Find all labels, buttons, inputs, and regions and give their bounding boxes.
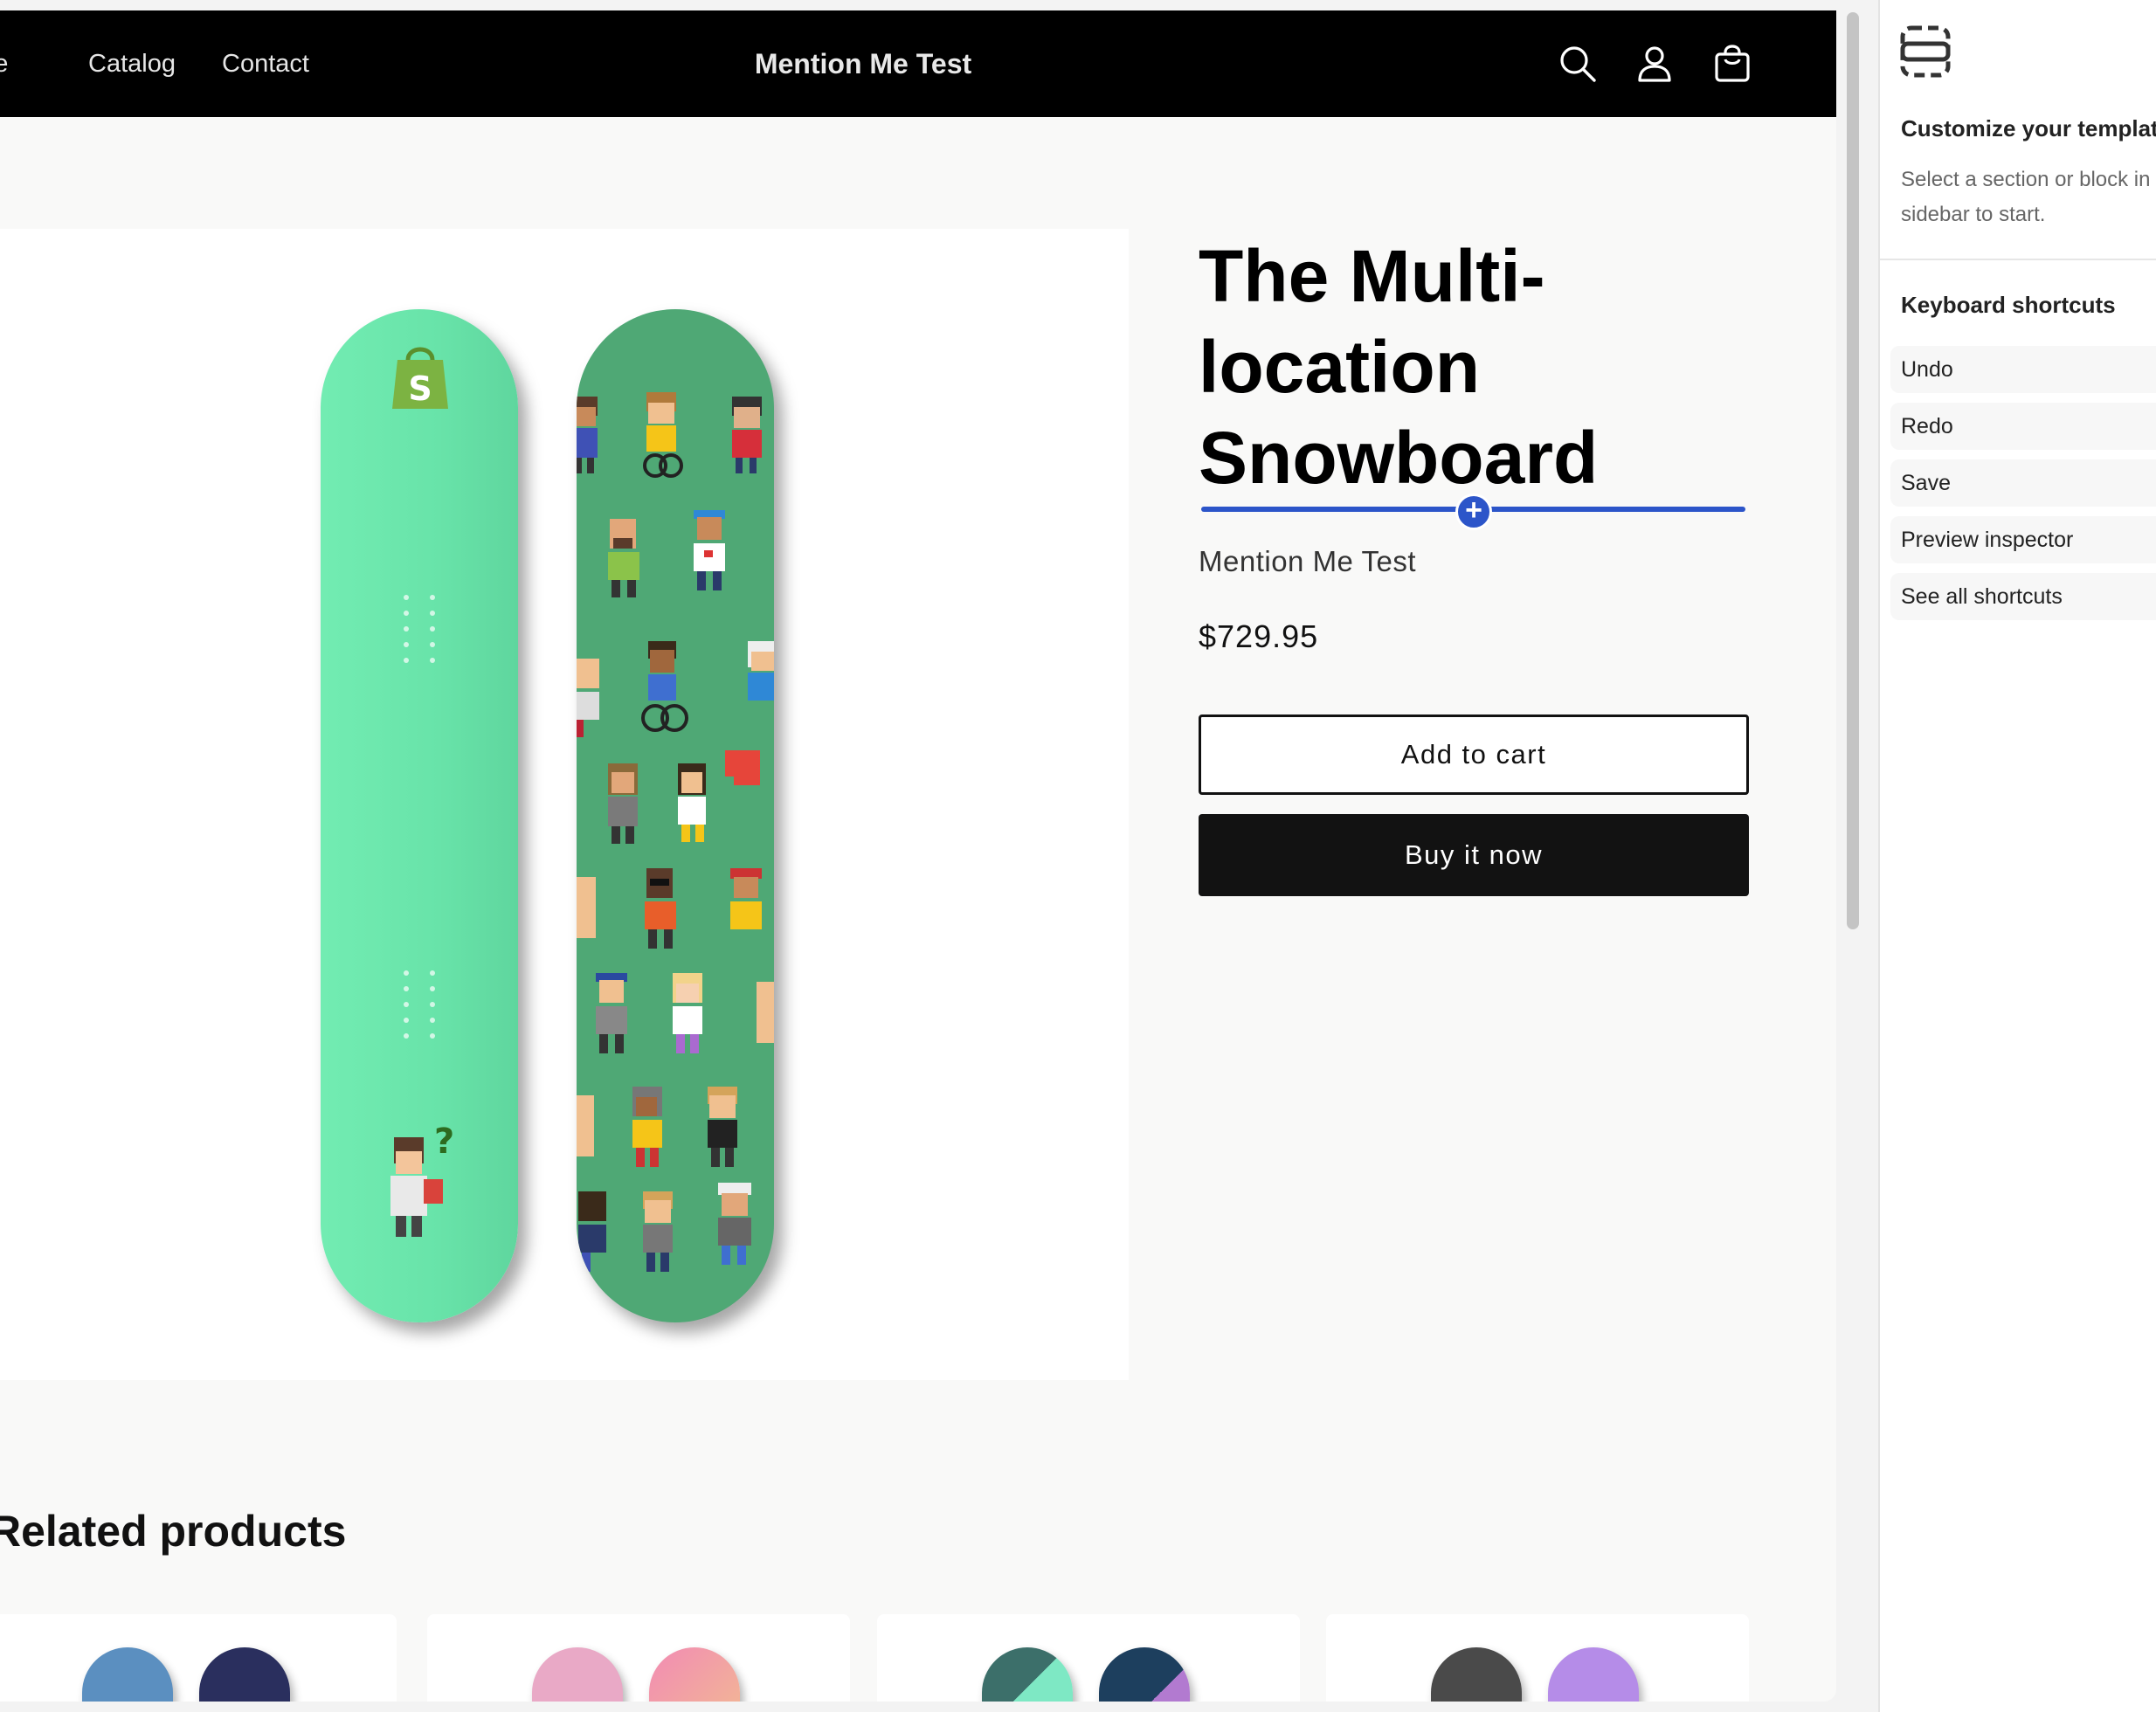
keyboard-shortcuts-heading: Keyboard shortcuts <box>1901 292 2116 318</box>
product-vendor: Mention Me Test <box>1199 545 1417 577</box>
shopify-bag-icon: S <box>392 347 448 409</box>
store-title[interactable]: Mention Me Test <box>0 10 1726 117</box>
customize-heading: Customize your template <box>1901 115 2156 142</box>
store-header: Home Catalog Contact Mention Me Test <box>0 10 1836 117</box>
account-icon[interactable] <box>1634 44 1675 84</box>
product-title[interactable]: The Multi-location Snowboard <box>1199 231 1810 503</box>
related-products-heading: Related products <box>0 1507 347 1556</box>
pixel-character-graphic: ? <box>390 1122 454 1237</box>
add-to-cart-button[interactable]: Add to cart <box>1199 714 1749 795</box>
sidebar-divider <box>1880 259 2156 260</box>
buy-it-now-button[interactable]: Buy it now <box>1199 814 1749 896</box>
shortcut-preview-inspector[interactable]: Preview inspector <box>1890 516 2156 563</box>
product-media[interactable]: S ? <box>0 229 1129 1380</box>
snowboard-top-image: S ? <box>321 309 518 1322</box>
add-block-plus-icon[interactable]: + <box>1455 494 1492 530</box>
shortcut-save[interactable]: Save <box>1890 459 2156 507</box>
cart-icon[interactable] <box>1712 44 1752 84</box>
svg-text:?: ? <box>434 1122 454 1162</box>
search-icon[interactable] <box>1558 44 1598 84</box>
template-section-icon <box>1899 24 1952 79</box>
preview-scrollbar[interactable] <box>1847 12 1859 929</box>
related-product-card[interactable] <box>1326 1614 1749 1702</box>
customize-hint: Select a section or block in the sidebar… <box>1901 168 2156 226</box>
related-product-card[interactable] <box>0 1614 397 1702</box>
snowboard-base-image <box>577 309 774 1322</box>
related-product-card[interactable] <box>427 1614 850 1702</box>
editor-sidebar: Customize your template Select a section… <box>1878 0 2156 1712</box>
shortcut-see-all[interactable]: See all shortcuts <box>1890 573 2156 620</box>
shortcut-redo[interactable]: Redo <box>1890 403 2156 450</box>
related-product-card[interactable] <box>877 1614 1300 1702</box>
svg-text:S: S <box>408 369 432 408</box>
shortcut-undo[interactable]: Undo <box>1890 346 2156 393</box>
product-price: $729.95 <box>1199 618 1319 654</box>
store-preview: Home Catalog Contact Mention Me Test S <box>0 10 1836 1702</box>
